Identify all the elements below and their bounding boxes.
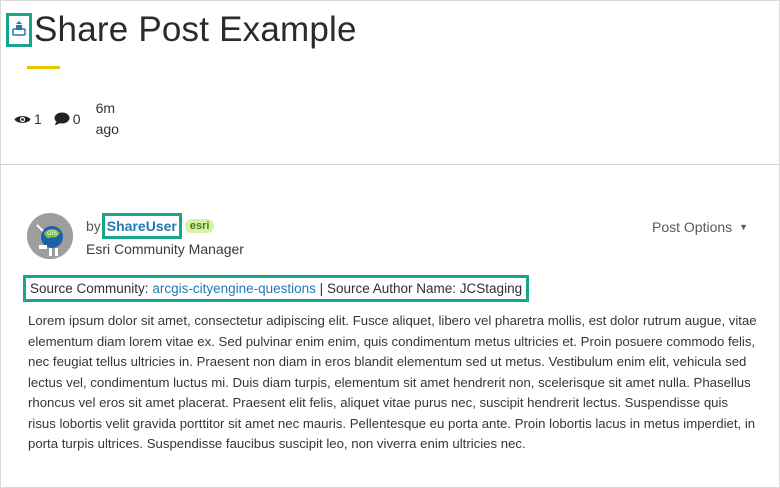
source-community-link[interactable]: arcgis-cityengine-questions — [152, 281, 316, 296]
svg-text:GIS: GIS — [47, 230, 57, 237]
author-byline: by ShareUser esri — [86, 213, 215, 239]
title-row: Share Post Example — [6, 10, 357, 50]
post-body: Lorem ipsum dolor sit amet, consectetur … — [28, 313, 757, 451]
author-username-link[interactable]: ShareUser — [107, 218, 177, 234]
eye-icon — [14, 115, 31, 123]
comment-icon — [54, 112, 70, 126]
post-time-ago: 6m ago — [95, 100, 119, 137]
author-rank-badge: esri — [184, 219, 215, 233]
source-community-label: Source Community: — [30, 281, 149, 296]
caret-down-icon: ▼ — [739, 222, 749, 232]
header-divider — [0, 164, 780, 165]
source-info-highlight: Source Community: arcgis-cityengine-ques… — [23, 275, 530, 302]
comments-count: 0 — [72, 111, 81, 127]
username-highlight: ShareUser — [101, 213, 182, 239]
source-separator: | — [319, 281, 324, 296]
author-avatar[interactable]: GIS — [27, 213, 73, 259]
page-title: Share Post Example — [34, 10, 357, 49]
comments-stat: 0 — [54, 98, 81, 140]
share-post-icon — [11, 20, 27, 41]
views-count: 1 — [34, 111, 42, 127]
share-post-icon-highlight — [6, 13, 32, 47]
by-label: by — [86, 218, 101, 234]
source-author-label: Source Author Name: — [326, 281, 457, 296]
post-options-menu[interactable]: Post Options ▼ — [652, 219, 748, 235]
views-stat: 1 — [14, 98, 42, 140]
post-stats: 1 0 6m ago — [14, 98, 136, 140]
post-options-label: Post Options — [652, 219, 733, 235]
title-underline — [27, 66, 60, 69]
source-author-name: JCStaging — [459, 281, 523, 296]
author-role: Esri Community Manager — [86, 241, 244, 257]
